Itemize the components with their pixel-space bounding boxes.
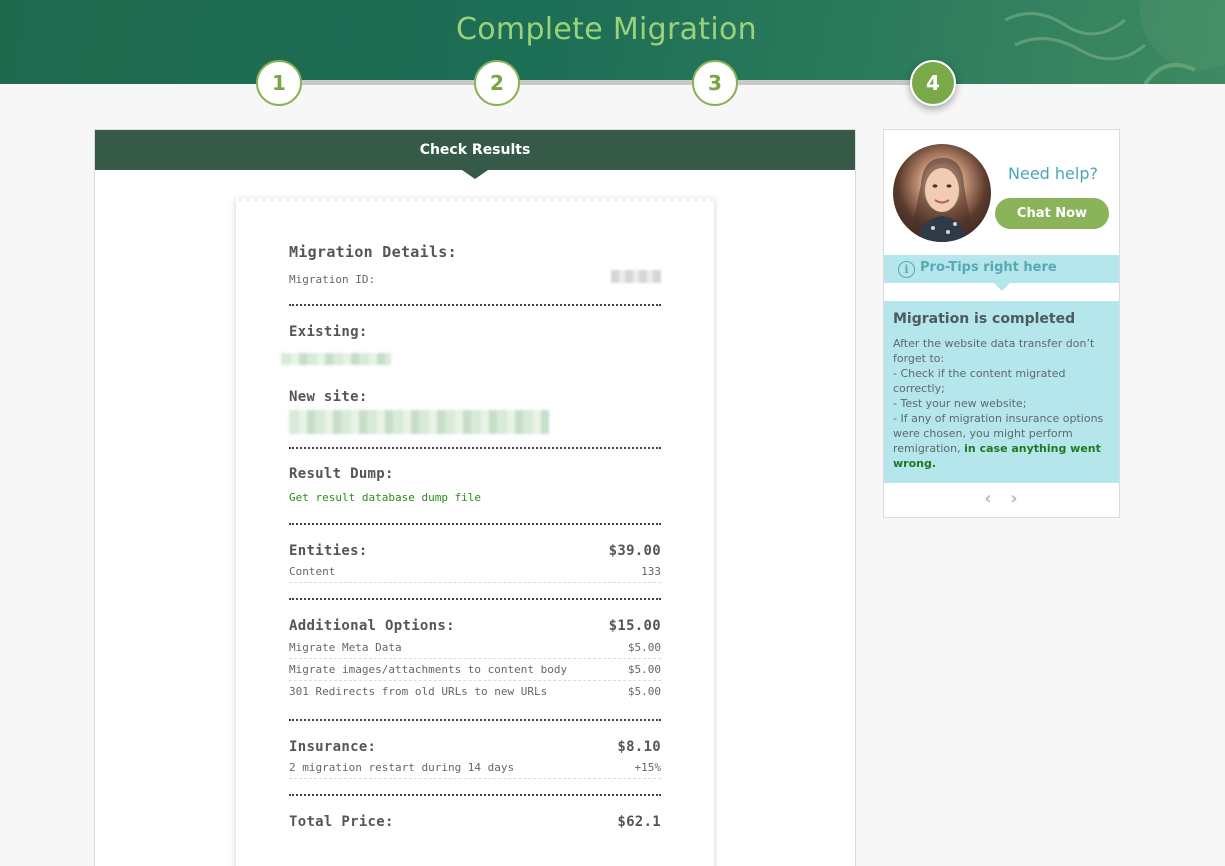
info-icon: i <box>898 261 915 278</box>
separator <box>289 794 661 796</box>
insurance-label: Insurance: <box>289 739 377 755</box>
tip-line: After the website data transfer don’t fo… <box>893 337 1095 365</box>
list-item: 2 migration restart during 14 days +15% <box>289 757 661 779</box>
insurance-total: $8.10 <box>617 739 661 755</box>
need-help-text: Need help? <box>1008 164 1098 183</box>
tip-line: - Check if the content migrated correctl… <box>893 367 1066 395</box>
list-item: Migrate images/attachments to content bo… <box>289 659 661 681</box>
total-price-label: Total Price: <box>289 814 394 830</box>
additional-total: $15.00 <box>608 618 661 634</box>
check-results-panel: Check Results Migration Details: Migrati… <box>94 129 856 866</box>
item-name: Migrate Meta Data <box>289 641 402 654</box>
step-2[interactable]: 2 <box>474 60 520 106</box>
item-value: $5.00 <box>627 641 661 654</box>
tip-title: Migration is completed <box>893 311 1076 327</box>
help-sidebar: Need help? Chat Now i Pro-Tips right her… <box>883 129 1120 518</box>
dump-file-link[interactable]: Get result database dump file <box>289 491 481 504</box>
separator <box>289 523 661 525</box>
page-header: Complete Migration <box>0 0 1225 84</box>
page-title: Complete Migration <box>456 12 757 47</box>
item-value: +15% <box>634 761 662 774</box>
separator <box>289 304 661 306</box>
additional-label: Additional Options: <box>289 618 455 634</box>
item-name: Content <box>289 565 336 578</box>
person-icon <box>909 158 975 242</box>
step-1[interactable]: 1 <box>256 60 302 106</box>
panel-title: Check Results <box>95 130 855 179</box>
new-site-label: New site: <box>289 389 368 405</box>
chat-now-button[interactable]: Chat Now <box>995 198 1109 229</box>
tip-line: - Test your new website; <box>893 397 1027 410</box>
separator <box>289 598 661 600</box>
item-value: 133 <box>641 565 661 578</box>
existing-url <box>281 353 391 365</box>
pro-tips-bar: i Pro-Tips right here <box>884 255 1119 291</box>
tip-box: Migration is completed After the website… <box>884 301 1119 483</box>
migration-id-label: Migration ID: <box>289 273 376 286</box>
tip-body: After the website data transfer don’t fo… <box>893 336 1110 471</box>
chevron-right-icon[interactable]: › <box>1008 488 1020 509</box>
entities-label: Entities: <box>289 543 368 559</box>
support-avatar <box>893 144 991 242</box>
receipt: Migration Details: Migration ID: Existin… <box>236 198 714 866</box>
list-item: 301 Redirects from old URLs to new URLs … <box>289 681 661 703</box>
separator <box>289 447 661 449</box>
list-item: Content 133 <box>289 561 661 583</box>
new-site-url <box>289 410 549 434</box>
item-name: 301 Redirects from old URLs to new URLs <box>289 685 548 698</box>
details-heading: Migration Details: <box>289 243 457 261</box>
item-value: $5.00 <box>627 685 661 698</box>
entities-total: $39.00 <box>608 543 661 559</box>
step-4-active[interactable]: 4 <box>910 60 956 106</box>
separator <box>289 719 661 721</box>
item-value: $5.00 <box>627 663 661 676</box>
item-name: Migrate images/attachments to content bo… <box>289 663 568 676</box>
chevron-left-icon[interactable]: ‹ <box>982 488 994 509</box>
migration-id-value <box>611 270 661 283</box>
pro-tips-label: Pro-Tips right here <box>920 260 1057 275</box>
list-item: Migrate Meta Data $5.00 <box>289 637 661 659</box>
tip-navigation: ‹ › <box>982 488 1020 509</box>
total-price-value: $62.1 <box>617 814 661 830</box>
receipt-edge <box>236 198 714 202</box>
stepper-line <box>279 80 934 85</box>
existing-label: Existing: <box>289 324 368 340</box>
tip-line: - If any of migration insurance options … <box>893 411 1110 471</box>
result-dump-label: Result Dump: <box>289 466 394 482</box>
step-3[interactable]: 3 <box>692 60 738 106</box>
item-name: 2 migration restart during 14 days <box>289 761 515 774</box>
